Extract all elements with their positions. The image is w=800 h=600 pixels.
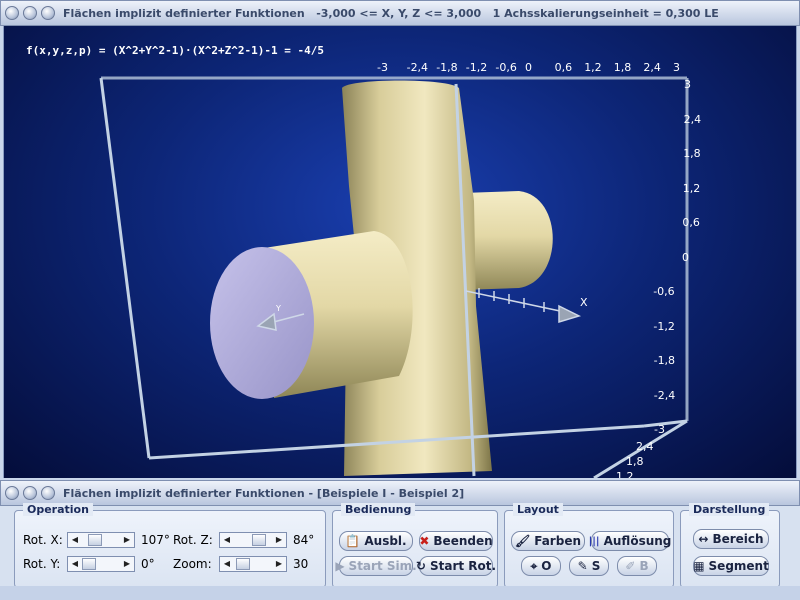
right-tick-label: 1,2 [682, 181, 701, 195]
rot-x-slider[interactable]: ◀ ▶ [67, 532, 135, 548]
layout-group: Layout 🖌 Farben ||| Auflösung ⌖ O ✎ S ✐ B [504, 503, 674, 588]
surface-plot [99, 76, 689, 478]
rot-y-right-icon[interactable]: ▶ [121, 558, 133, 570]
top-tick-label: -1,8 [436, 61, 458, 74]
rot-x-label: Rot. X: [23, 533, 63, 547]
top-tick-label: -1,2 [465, 61, 488, 74]
farben-button[interactable]: 🖌 Farben [511, 531, 585, 551]
main-titlebar: Flächen implizit definierter Funktionen … [0, 0, 800, 26]
top-tick-label: -3 [377, 61, 388, 74]
rot-y-value: 0° [141, 557, 155, 571]
rot-x-right-icon[interactable]: ▶ [121, 534, 133, 546]
rot-y-slider[interactable]: ◀ ▶ [67, 556, 135, 572]
close-icon: ✖ [419, 534, 430, 548]
table-icon: ▦ [693, 559, 705, 573]
start-sim-button[interactable]: ▶ Start Sim. [335, 556, 417, 576]
top-tick-label: -2,4 [406, 61, 429, 74]
rot-z-value: 84° [293, 533, 315, 547]
window-menu-icon[interactable] [5, 6, 19, 20]
zoom-left-icon[interactable]: ◀ [221, 558, 233, 570]
plot-viewport[interactable]: f(x,y,z,p) = (X^2+Y^2-1)·(X^2+Z^2-1)-1 =… [3, 26, 797, 478]
top-tick-label: 2,4 [643, 61, 661, 74]
layout-label: Layout [513, 503, 563, 516]
x-axis-label: X [580, 296, 588, 309]
brush-icon: 🖌 [514, 534, 531, 548]
pen-icon: ✐ [625, 559, 636, 573]
right-tick-label: 0 [682, 250, 689, 264]
right-tick-label: 1,8 [683, 147, 701, 160]
ausbl-button[interactable]: 📋 Ausbl. [339, 531, 413, 551]
sub-minimize-icon[interactable] [23, 486, 37, 500]
zoom-slider[interactable]: ◀ ▶ [219, 556, 287, 572]
s-button[interactable]: ✎ S [569, 556, 609, 576]
top-tick-label: -0,6 [495, 61, 517, 74]
sub-window-menu-icon[interactable] [5, 486, 19, 500]
zoom-label: Zoom: [173, 557, 212, 571]
aufloesung-button[interactable]: ||| Auflösung [588, 531, 671, 551]
window-title: Flächen implizit definierter Funktionen … [63, 6, 719, 20]
bereich-button[interactable]: ↔ Bereich [693, 529, 769, 549]
x-axis [465, 288, 582, 324]
rot-x-value: 107° [141, 533, 170, 547]
rot-z-right-icon[interactable]: ▶ [273, 534, 285, 546]
rot-y-thumb[interactable] [82, 558, 96, 570]
right-tick-label: 3 [684, 78, 691, 91]
origin-button[interactable]: ⌖ O [521, 556, 561, 576]
crosshair-icon: ⌖ [530, 558, 538, 573]
maximize-icon[interactable] [41, 6, 55, 20]
rotate-icon: ↻ [415, 559, 426, 573]
status-strip [0, 586, 800, 600]
clipboard-icon: 📋 [345, 534, 361, 548]
bottom-tick-label: 1,2 [616, 470, 634, 478]
rot-z-thumb[interactable] [252, 534, 266, 546]
bottom-tick-label: 1,8 [626, 455, 644, 468]
eraser-icon: ✎ [577, 559, 588, 573]
sub-window-title: Flächen implizit definierter Funktionen … [63, 486, 465, 500]
bedienung-group: Bedienung 📋 Ausbl. ✖ Beenden ▶ Start Sim. ↻… [332, 503, 498, 588]
right-tick-label: -1,8 [653, 354, 676, 367]
segment-button[interactable]: ▦ Segment [693, 556, 769, 576]
rot-z-label: Rot. Z: [173, 533, 213, 547]
y-axis-label: Y [276, 304, 281, 313]
rot-y-label: Rot. Y: [23, 557, 61, 571]
darstellung-label: Darstellung [689, 503, 770, 516]
rot-z-left-icon[interactable]: ◀ [221, 534, 233, 546]
right-tick-label: 0,6 [682, 216, 700, 229]
play-icon: ▶ [335, 559, 345, 573]
top-tick-label: 1,2 [584, 61, 602, 74]
zoom-right-icon[interactable]: ▶ [273, 558, 285, 570]
b-button[interactable]: ✐ B [617, 556, 657, 576]
minimize-icon[interactable] [23, 6, 37, 20]
bedienung-label: Bedienung [341, 503, 416, 516]
rot-x-thumb[interactable] [88, 534, 102, 546]
operation-label: Operation [23, 503, 93, 516]
zoom-value: 30 [293, 557, 309, 571]
rot-x-left-icon[interactable]: ◀ [69, 534, 81, 546]
beenden-button[interactable]: ✖ Beenden [419, 531, 493, 551]
top-tick-label: 3 [673, 61, 680, 74]
right-tick-label: -2,4 [653, 388, 676, 402]
right-tick-label: -0,6 [653, 285, 675, 298]
function-formula: f(x,y,z,p) = (X^2+Y^2-1)·(X^2+Z^2-1)-1 =… [26, 44, 325, 57]
darstellung-group: Darstellung ↔ Bereich ▦ Segment [680, 503, 780, 588]
range-icon: ↔ [698, 532, 709, 546]
grid-lines-icon: ||| [588, 535, 600, 547]
bottom-tick-label: 2,4 [636, 440, 654, 453]
right-tick-label: 2,4 [683, 112, 702, 126]
top-tick-label: 0,6 [554, 61, 573, 74]
zoom-thumb[interactable] [236, 558, 250, 570]
right-tick-label: -3 [654, 423, 665, 436]
top-tick-label: 1,8 [613, 61, 632, 74]
sub-maximize-icon[interactable] [41, 486, 55, 500]
start-rot-button[interactable]: ↻ Start Rot. [415, 556, 496, 576]
rot-z-slider[interactable]: ◀ ▶ [219, 532, 287, 548]
top-tick-label: 0 [525, 61, 532, 74]
right-tick-label: -1,2 [653, 319, 675, 333]
operation-group: Operation Rot. X: ◀ ▶ 107° Rot. Z: ◀ ▶ 8… [14, 503, 326, 588]
rot-y-left-icon[interactable]: ◀ [69, 558, 81, 570]
